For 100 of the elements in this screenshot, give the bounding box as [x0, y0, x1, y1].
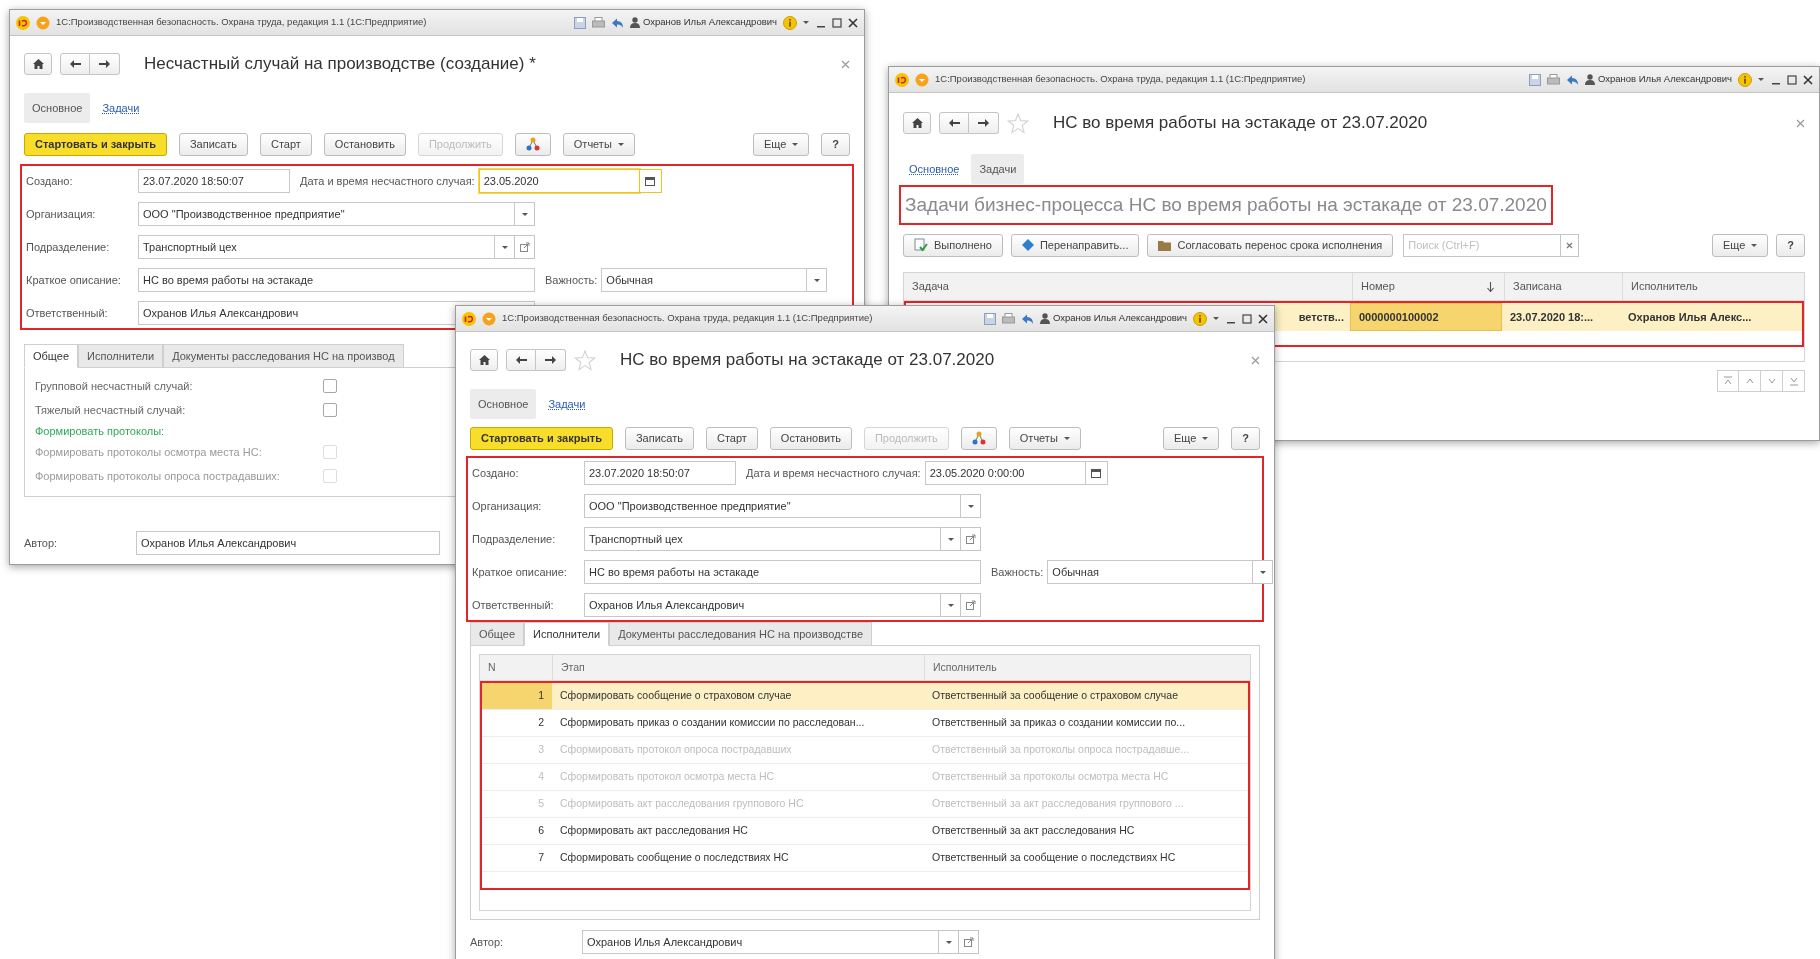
app-logo-icon[interactable]	[462, 311, 476, 326]
open-button[interactable]	[961, 527, 981, 551]
back-button[interactable]	[506, 349, 536, 371]
section-link[interactable]: Основное	[24, 92, 91, 124]
back-button[interactable]	[939, 112, 969, 134]
diagram-button[interactable]	[960, 426, 997, 450]
star-icon[interactable]	[1007, 112, 1029, 134]
caret-icon[interactable]	[1758, 77, 1765, 82]
toolbar-button[interactable]: Остановить	[769, 426, 852, 450]
back-arrow-icon[interactable]	[610, 16, 624, 29]
print-icon[interactable]	[1001, 312, 1015, 325]
text-field[interactable]: ООО "Производственное предприятие"	[138, 202, 515, 226]
sort-down-arrow-icon[interactable]	[1487, 281, 1494, 292]
user-icon[interactable]	[1584, 74, 1595, 85]
menu-button[interactable]: Еще	[1711, 233, 1769, 257]
tab[interactable]: Документы расследования НС на производстве	[609, 622, 872, 646]
text-field[interactable]: Охранов Илья Александрович	[136, 531, 440, 555]
calendar-button[interactable]	[639, 169, 662, 193]
toolbar-button[interactable]: ?	[1231, 426, 1260, 450]
text-field[interactable]: НС во время работы на эстакаде	[584, 560, 981, 584]
menu-icon[interactable]	[36, 15, 50, 30]
app-logo-icon[interactable]	[895, 72, 909, 87]
home-button[interactable]	[24, 53, 52, 75]
save-icon[interactable]	[1528, 73, 1541, 86]
back-arrow-icon[interactable]	[1020, 312, 1034, 325]
user-name[interactable]: Охранов Илья Александрович	[1597, 72, 1732, 87]
section-link[interactable]: Основное	[470, 388, 537, 420]
open-button[interactable]	[959, 930, 979, 954]
text-field[interactable]: 23.05.2020	[478, 169, 640, 193]
dropdown-button[interactable]	[941, 593, 961, 617]
toolbar-button[interactable]: Старт	[705, 426, 758, 450]
back-button[interactable]	[60, 53, 90, 75]
text-field[interactable]: 23.05.2020 0:00:00	[924, 461, 1086, 485]
text-field[interactable]: ООО "Производственное предприятие"	[584, 494, 961, 518]
column-header[interactable]: Этап	[552, 655, 924, 680]
menu-icon[interactable]	[915, 72, 929, 87]
home-button[interactable]	[903, 112, 931, 134]
section-link[interactable]: Задачи	[96, 92, 146, 124]
info-icon[interactable]	[1738, 72, 1752, 87]
forward-button[interactable]	[90, 53, 120, 75]
column-header[interactable]: Номер	[1361, 278, 1395, 295]
text-field[interactable]: Транспортный цех	[138, 235, 495, 259]
toolbar-button[interactable]: Перенаправить...	[1010, 233, 1140, 257]
checkbox[interactable]	[323, 379, 337, 393]
text-field[interactable]: Охранов Илья Александрович	[582, 930, 939, 954]
save-icon[interactable]	[983, 312, 996, 325]
column-header[interactable]: Записана	[1513, 278, 1562, 295]
info-icon[interactable]	[783, 15, 797, 30]
user-name[interactable]: Охранов Илья Александрович	[642, 15, 777, 30]
print-icon[interactable]	[1546, 73, 1560, 86]
toolbar-button[interactable]: Выполнено	[903, 233, 1003, 257]
toolbar-button[interactable]: Записать	[624, 426, 694, 450]
tab[interactable]: Исполнители	[524, 622, 610, 646]
menu-button[interactable]: Отчеты	[1008, 426, 1081, 450]
section-link[interactable]: Задачи	[542, 388, 592, 420]
forward-button[interactable]	[969, 112, 999, 134]
back-arrow-icon[interactable]	[1565, 73, 1579, 86]
menu-button[interactable]: Еще	[1162, 426, 1220, 450]
forward-button[interactable]	[536, 349, 566, 371]
caret-icon[interactable]	[803, 20, 810, 25]
text-field[interactable]: 23.07.2020 18:50:07	[584, 461, 736, 485]
dropdown-button[interactable]	[515, 202, 535, 226]
text-field[interactable]: Обычная	[1047, 560, 1254, 584]
caret-icon[interactable]	[1213, 316, 1220, 321]
close-icon[interactable]	[1258, 313, 1268, 324]
toolbar-button[interactable]: Стартовать и закрыть	[24, 132, 167, 156]
section-link[interactable]: Задачи	[971, 153, 1025, 185]
save-icon[interactable]	[573, 16, 586, 29]
text-field[interactable]: НС во время работы на эстакаде	[138, 268, 535, 292]
section-link[interactable]: Основное	[903, 153, 966, 185]
text-field[interactable]: Охранов Илья Александрович	[584, 593, 941, 617]
checkbox[interactable]	[323, 403, 337, 417]
close-icon[interactable]	[848, 17, 858, 28]
table-row[interactable]: 1 Сформировать сообщение о страховом случае Ответственный за сообщение о страховом случае	[482, 683, 1248, 710]
home-button[interactable]	[470, 349, 498, 371]
clear-button[interactable]	[1561, 233, 1580, 257]
search-field[interactable]: Поиск (Ctrl+F)	[1403, 233, 1562, 257]
info-icon[interactable]	[1193, 311, 1207, 326]
dropdown-button[interactable]	[807, 268, 828, 292]
dropdown-button[interactable]	[939, 930, 959, 954]
toolbar-button[interactable]: ?	[1776, 233, 1805, 257]
tab[interactable]: Общее	[470, 622, 525, 646]
maximize-icon[interactable]	[1242, 313, 1252, 324]
dropdown-button[interactable]	[1253, 560, 1274, 584]
calendar-button[interactable]	[1085, 461, 1108, 485]
column-header[interactable]: Исполнитель	[924, 655, 1250, 680]
star-icon[interactable]	[574, 349, 596, 371]
menu-button[interactable]: Еще	[752, 132, 810, 156]
user-icon[interactable]	[1039, 313, 1050, 324]
tab[interactable]: Общее	[24, 344, 79, 368]
dropdown-button[interactable]	[941, 527, 961, 551]
text-field[interactable]: 23.07.2020 18:50:07	[138, 169, 290, 193]
close-icon[interactable]	[1803, 74, 1813, 85]
print-icon[interactable]	[591, 16, 605, 29]
table-row[interactable]: ветств... 0000000100002 23.07.2020 18:... Охранов Илья Алекс...	[1274, 303, 1802, 331]
open-button[interactable]	[961, 593, 981, 617]
text-field[interactable]: Транспортный цех	[584, 527, 941, 551]
menu-icon[interactable]	[482, 311, 496, 326]
toolbar-button[interactable]: Остановить	[323, 132, 406, 156]
toolbar-button[interactable]: ?	[821, 132, 850, 156]
